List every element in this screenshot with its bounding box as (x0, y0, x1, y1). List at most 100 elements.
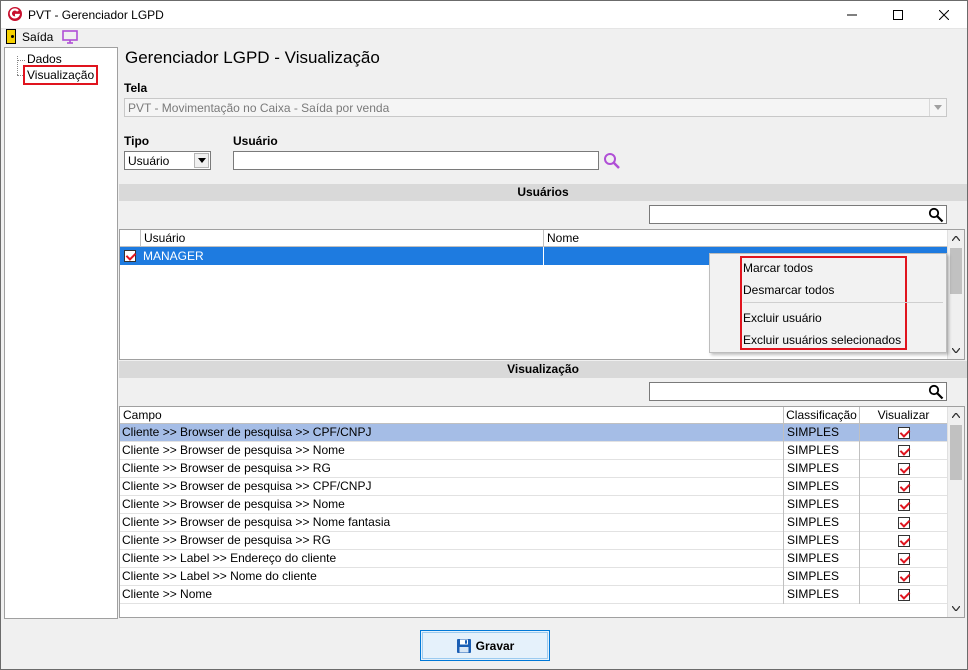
row-visualizar (860, 568, 947, 586)
menu-item-excluir-usuario[interactable]: Excluir usuário (743, 311, 822, 325)
maximize-button[interactable] (875, 1, 921, 29)
table-row[interactable]: Cliente >> Browser de pesquisa >> Nome SI… (120, 496, 947, 514)
exit-door-icon[interactable] (6, 29, 16, 44)
close-button[interactable] (921, 1, 967, 29)
visualizar-checkbox[interactable] (898, 427, 910, 439)
visualizar-checkbox[interactable] (898, 499, 910, 511)
usuarios-filter-input[interactable] (649, 205, 947, 224)
save-button[interactable]: Gravar (420, 630, 550, 661)
table-row[interactable]: Cliente >> Browser de pesquisa >> Nome f… (120, 514, 947, 532)
scroll-up-icon[interactable] (948, 230, 964, 247)
row-classificacao: SIMPLES (784, 442, 860, 460)
monitor-icon[interactable] (62, 30, 78, 44)
row-usuario: MANAGER (143, 249, 204, 263)
tipo-select[interactable]: Usuário (124, 151, 211, 170)
scroll-down-icon[interactable] (948, 342, 964, 359)
column-header-visualizar[interactable]: Visualizar (860, 407, 947, 424)
row-campo: Cliente >> Browser de pesquisa >> CPF/CN… (120, 424, 784, 442)
tree-connector (17, 56, 18, 75)
column-header-check (120, 230, 141, 247)
row-classificacao: SIMPLES (784, 496, 860, 514)
visualizacao-filter-input[interactable] (649, 382, 947, 401)
scrollbar-thumb[interactable] (950, 248, 962, 294)
row-visualizar (860, 460, 947, 478)
menu-item-excluir-selecionados[interactable]: Excluir usuários selecionados (743, 333, 901, 347)
tela-select-value: PVT - Movimentação no Caixa - Saída por … (128, 101, 390, 115)
column-header-campo[interactable]: Campo (120, 407, 784, 424)
row-campo: Cliente >> Browser de pesquisa >> CPF/CN… (120, 478, 784, 496)
column-header-usuario[interactable]: Usuário (141, 230, 544, 247)
table-row[interactable]: Cliente >> Browser de pesquisa >> Nome SI… (120, 442, 947, 460)
app-window: PVT - Gerenciador LGPD Saída Dados Visua… (0, 0, 968, 670)
usuarios-scrollbar[interactable] (947, 230, 964, 359)
visualizar-checkbox[interactable] (898, 517, 910, 529)
minimize-icon (847, 14, 857, 16)
visualizar-checkbox[interactable] (898, 535, 910, 547)
toolbar: Saída (1, 29, 967, 46)
title-bar[interactable]: PVT - Gerenciador LGPD (1, 1, 967, 29)
scrollbar-thumb[interactable] (950, 425, 962, 480)
row-campo: Cliente >> Label >> Nome do cliente (120, 568, 784, 586)
scroll-up-icon[interactable] (948, 407, 964, 424)
tipo-label: Tipo (124, 134, 150, 148)
row-campo: Cliente >> Browser de pesquisa >> Nome (120, 496, 784, 514)
app-logo-icon (8, 7, 22, 21)
column-divider (543, 247, 544, 265)
chevron-down-icon[interactable] (929, 99, 946, 116)
row-classificacao: SIMPLES (784, 478, 860, 496)
maximize-icon (893, 10, 903, 20)
visualizacao-scrollbar[interactable] (947, 407, 964, 617)
table-row[interactable]: Cliente >> Browser de pesquisa >> CPF/CN… (120, 424, 947, 442)
menu-separator (743, 302, 943, 303)
table-row[interactable]: Cliente >> Label >> Nome do cliente SIMPL… (120, 568, 947, 586)
visualizar-checkbox[interactable] (898, 589, 910, 601)
visualizar-checkbox[interactable] (898, 445, 910, 457)
table-row[interactable]: Cliente >> Browser de pesquisa >> CPF/CN… (120, 478, 947, 496)
table-row[interactable]: Cliente >> Browser de pesquisa >> RG SIMP… (120, 532, 947, 550)
usuario-input[interactable] (233, 151, 599, 170)
tree-item-dados[interactable]: Dados (27, 52, 62, 66)
scroll-down-icon[interactable] (948, 600, 964, 617)
menu-item-marcar-todos[interactable]: Marcar todos (743, 261, 813, 275)
row-visualizar (860, 586, 947, 604)
search-icon[interactable] (928, 384, 944, 400)
usuario-label: Usuário (233, 134, 278, 148)
visualizacao-section-header: Visualização (119, 361, 967, 378)
exit-button[interactable]: Saída (22, 30, 53, 44)
row-classificacao: SIMPLES (784, 514, 860, 532)
row-campo: Cliente >> Browser de pesquisa >> RG (120, 532, 784, 550)
row-classificacao: SIMPLES (784, 586, 860, 604)
visualizar-checkbox[interactable] (898, 571, 910, 583)
row-visualizar (860, 478, 947, 496)
row-campo: Cliente >> Browser de pesquisa >> Nome (120, 442, 784, 460)
row-visualizar (860, 442, 947, 460)
table-row[interactable]: Cliente >> Nome SIMPLES (120, 586, 947, 604)
tree-item-visualizacao[interactable]: Visualização (23, 65, 99, 85)
table-row[interactable]: Cliente >> Browser de pesquisa >> RG SIMP… (120, 460, 947, 478)
row-campo: Cliente >> Label >> Endereço do cliente (120, 550, 784, 568)
visualizacao-grid: Campo Classificação Visualizar Cliente >… (119, 406, 965, 618)
search-icon[interactable] (928, 207, 944, 223)
save-button-label: Gravar (475, 638, 515, 653)
menu-item-desmarcar-todos[interactable]: Desmarcar todos (743, 283, 834, 297)
minimize-button[interactable] (829, 1, 875, 29)
tipo-select-value: Usuário (128, 154, 170, 168)
table-row[interactable]: Cliente >> Label >> Endereço do cliente S… (120, 550, 947, 568)
tela-label: Tela (124, 81, 148, 95)
column-header-classificacao[interactable]: Classificação (784, 407, 860, 424)
row-visualizar (860, 550, 947, 568)
visualizar-checkbox[interactable] (898, 463, 910, 475)
visualizar-checkbox[interactable] (898, 481, 910, 493)
tree-connector (17, 60, 25, 61)
window-title: PVT - Gerenciador LGPD (28, 8, 164, 22)
row-visualizar (860, 424, 947, 442)
row-visualizar (860, 514, 947, 532)
chevron-down-icon[interactable] (194, 153, 209, 168)
visualizar-checkbox[interactable] (898, 553, 910, 565)
row-checkbox[interactable] (124, 250, 136, 262)
tela-select[interactable]: PVT - Movimentação no Caixa - Saída por … (124, 98, 947, 117)
column-header-nome[interactable]: Nome (544, 230, 947, 247)
row-campo: Cliente >> Browser de pesquisa >> Nome f… (120, 514, 784, 532)
row-classificacao: SIMPLES (784, 532, 860, 550)
search-icon[interactable] (603, 152, 621, 170)
